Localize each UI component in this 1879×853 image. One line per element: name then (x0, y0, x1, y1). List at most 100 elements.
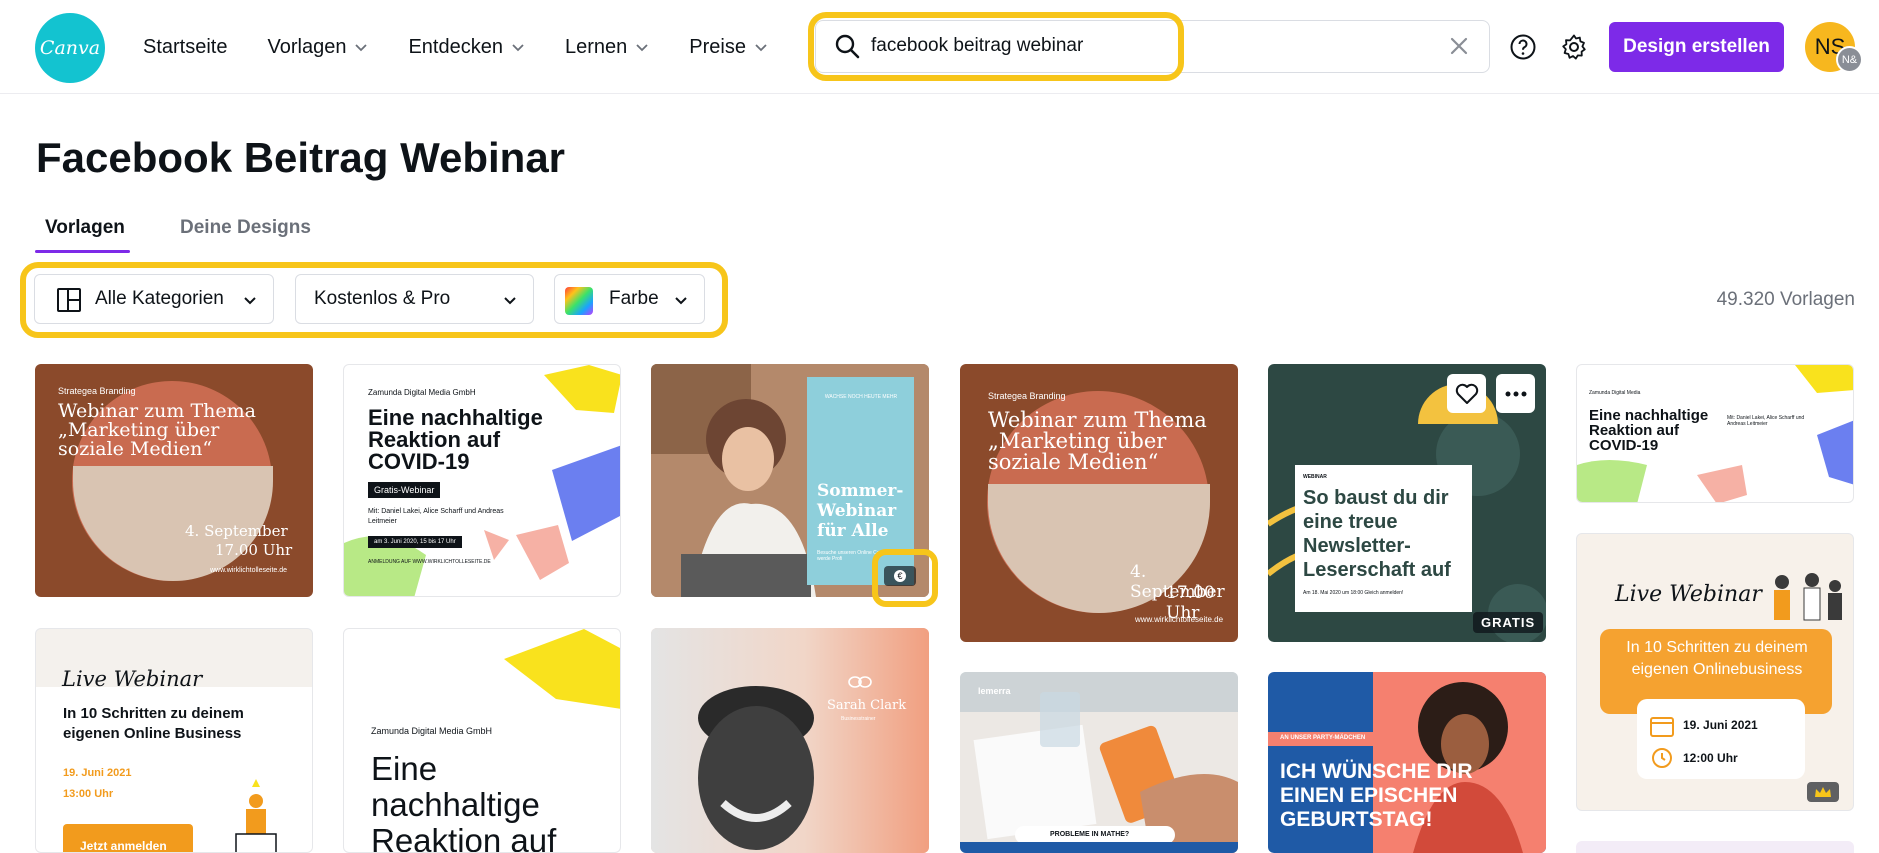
card-time: 12:00 Uhr (1683, 751, 1738, 765)
chevron-down-icon (512, 44, 524, 52)
card-subtitle: Businesstrainer (841, 716, 876, 722)
card-tag: Gratis-Webinar (368, 482, 441, 498)
card-title: Sommer-Webinar für Alle (817, 481, 904, 541)
card-small-label: AN UNSER PARTY-MÄDCHEN (1280, 735, 1366, 741)
template-card-live-webinar[interactable]: Live Webinar In 10 Schritten zu deinem e… (35, 628, 313, 853)
nav-vorlagen[interactable]: Vorlagen (267, 36, 368, 59)
card-url: www.wirklichtolleseite.de (1135, 615, 1224, 624)
nav-label: Startseite (143, 35, 228, 58)
active-tab-indicator (35, 250, 130, 253)
filter-kostenlos-pro[interactable]: Kostenlos & Pro (295, 274, 534, 324)
filter-alle-kategorien[interactable]: Alle Kategorien (34, 274, 274, 324)
canva-logo[interactable]: Canva (35, 13, 105, 83)
nav-lernen[interactable]: Lernen (565, 36, 649, 59)
template-card-math-tutoring[interactable]: lemerra PROBLEME IN MATHE? (960, 672, 1238, 853)
pro-badge (1807, 782, 1839, 802)
alarm-clock-icon (1652, 748, 1672, 768)
gear-icon[interactable] (1560, 33, 1588, 61)
card-date: 19. Juni 2021 (1683, 718, 1758, 732)
template-card-newsletter-webinar[interactable]: WEBINAR So baust du dir eine treue Newsl… (1268, 364, 1546, 642)
create-design-button[interactable]: Design erstellen (1609, 22, 1784, 72)
main-nav: Startseite Vorlagen Entdecken Lernen Pre… (143, 0, 808, 94)
card-name: Sarah Clark (827, 698, 907, 713)
card-script-title: Live Webinar (1615, 582, 1762, 607)
page-title: Facebook Beitrag Webinar (36, 134, 566, 181)
tab-deine-designs[interactable]: Deine Designs (180, 217, 311, 239)
chevron-down-icon (675, 297, 687, 305)
gratis-badge: GRATIS (1473, 612, 1544, 633)
card-bottom-strip (960, 842, 1238, 853)
card-time: 17.00 Uhr (215, 541, 293, 559)
card-search-text: PROBLEME IN MATHE? (1050, 831, 1130, 838)
search-input[interactable] (871, 32, 1291, 60)
card-url: www.wirklichtolleseite.de (210, 567, 288, 574)
card-date: Am 18. Mai 2020 um 18:00 Gleich anmelden… (1303, 590, 1404, 596)
card-title: ICH WÜNSCHE DIR EINEN EPISCHEN GEBURTSTA… (1280, 760, 1473, 831)
chevron-down-icon (244, 297, 256, 305)
nav-preise[interactable]: Preise (689, 36, 768, 59)
nav-entdecken[interactable]: Entdecken (408, 36, 525, 59)
template-card-birthday[interactable]: AN UNSER PARTY-MÄDCHEN ICH WÜNSCHE DIR E… (1268, 672, 1546, 853)
card-brand: Strategea Branding (58, 386, 136, 396)
more-dots-icon (1505, 391, 1526, 396)
team-badge: N& (1836, 46, 1863, 73)
template-card-marketing-webinar[interactable]: Strategea Branding Webinar zum Thema „Ma… (35, 364, 313, 597)
card-cta-label: Jetzt anmelden (80, 839, 167, 853)
template-card-covid-portrait[interactable]: Zamunda Digital Media GmbH Eine nachhalt… (343, 628, 621, 853)
card-title: Eine nachhaltige Reaktion auf COVID-19 (1589, 407, 1709, 454)
card-date: am 3. Juni 2020, 15 bis 17 Uhr (368, 536, 462, 548)
card-title: Webinar zum Thema „Marketing über sozial… (58, 400, 256, 460)
nav-label: Vorlagen (267, 35, 347, 58)
card-title: In 10 Schritten zu deinem eigenen Online… (63, 705, 244, 742)
card-title: So baust du dir eine treue Newsletter-Le… (1303, 487, 1451, 581)
card-title: Eine nachhaltige Reaktion auf (371, 750, 557, 853)
filter-label: Alle Kategorien (95, 288, 224, 309)
chevron-down-icon (355, 44, 368, 52)
search-icon (835, 34, 860, 59)
card-time: 13:00 Uhr (63, 788, 114, 800)
template-card-live-webinar-square[interactable]: Live Webinar In 10 Schritten zu deinem e… (1576, 533, 1854, 811)
tab-vorlagen[interactable]: Vorlagen (45, 217, 125, 239)
template-card-marketing-webinar-2[interactable]: Strategea Branding Webinar zum Thema „Ma… (960, 364, 1238, 642)
calendar-icon (1650, 717, 1674, 737)
help-icon[interactable] (1509, 33, 1537, 61)
filter-label: Kostenlos & Pro (314, 288, 451, 309)
paid-highlight-annotation (872, 549, 938, 607)
card-brand: Zamunda Digital Media GmbH (371, 726, 493, 736)
top-header: Canva Startseite Vorlagen Entdecken Lern… (0, 0, 1879, 94)
template-card-partial[interactable] (1576, 841, 1854, 853)
filter-label: Farbe (609, 288, 659, 309)
color-swatch-icon (565, 287, 593, 315)
card-label: WEBINAR (1303, 474, 1327, 480)
card-title: Webinar zum Thema „Marketing über sozial… (988, 408, 1207, 474)
card-date: 19. Juni 2021 (63, 767, 132, 779)
template-card-business-trainer[interactable]: Sarah Clark Businesstrainer (651, 628, 929, 853)
template-card-covid-banner[interactable]: Zamunda Digital Media Eine nachhaltige R… (1576, 364, 1854, 503)
more-options-button[interactable] (1496, 374, 1535, 413)
chevron-down-icon (504, 297, 516, 305)
card-brand: WACHSE NOCH HEUTE MEHR (824, 394, 898, 400)
card-brand: Zamunda Digital Media (1589, 390, 1641, 396)
layout-grid-icon (57, 288, 81, 312)
card-title: Eine nachhaltige Reaktion auf COVID-19 (368, 405, 543, 474)
chevron-down-icon (636, 44, 648, 52)
portrait-photo-man (651, 628, 929, 853)
card-url: ANMELDUNG AUF WWW.WIRKLICHTOLLESEITE.DE (368, 559, 491, 565)
heart-icon (1455, 383, 1478, 404)
card-speakers: Mit: Daniel Lakei, Alice Scharff und And… (368, 508, 504, 525)
nav-startseite[interactable]: Startseite (143, 36, 227, 59)
nav-label: Preise (689, 35, 746, 58)
template-card-covid-webinar[interactable]: Zamunda Digital Media GmbH Eine nachhalt… (343, 364, 621, 597)
card-brand: lemerra (978, 686, 1011, 696)
illustration-people (235, 779, 277, 852)
crown-icon (1815, 787, 1831, 797)
filter-farbe[interactable]: Farbe (554, 274, 705, 324)
card-date: 4. September (185, 522, 288, 540)
close-icon[interactable] (1447, 34, 1471, 58)
favorite-button[interactable] (1447, 374, 1486, 413)
card-speakers: Mit: Daniel Lakei, Alice Scharff und And… (1727, 415, 1805, 427)
card-title: In 10 Schritten zu deinem eigenen Online… (1626, 639, 1808, 678)
card-brand: Strategea Branding (988, 391, 1066, 401)
nav-label: Entdecken (408, 35, 503, 58)
chevron-down-icon (755, 44, 767, 52)
